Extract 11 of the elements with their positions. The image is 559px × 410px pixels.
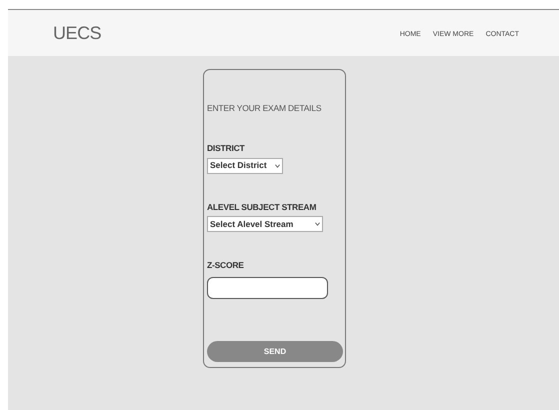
form-title: ENTER YOUR EXAM DETAILS <box>207 102 322 115</box>
field-label: Z-SCORE <box>207 259 245 272</box>
chevron-down-icon <box>315 222 320 226</box>
field-label: ALEVEL SUBJECT STREAM <box>207 200 318 214</box>
send-button[interactable]: SEND <box>207 341 343 362</box>
field-label: DISTRICT <box>207 142 246 154</box>
dropdown[interactable]: Select District <box>207 158 283 174</box>
dropdown[interactable]: Select Alevel Stream <box>207 216 323 232</box>
input-field[interactable] <box>207 277 328 299</box>
logo: UECS <box>53 22 102 44</box>
chevron-down-icon <box>275 164 280 168</box>
